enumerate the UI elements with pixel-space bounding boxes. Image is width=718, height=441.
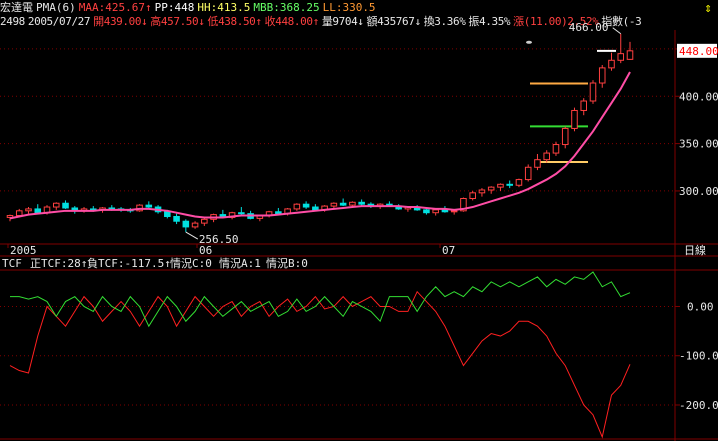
tcf-negative-line (10, 271, 631, 328)
candle-body (580, 100, 588, 111)
candle-body (358, 201, 365, 205)
candle-body (15, 210, 23, 217)
candle-body (441, 209, 449, 213)
candle-body (617, 53, 625, 61)
candle-body (571, 109, 578, 129)
tcf-header: TCF 正TCF:28↑ 負TCF:-117.5↑ 情況C:0 情況A:1 情況… (2, 256, 308, 270)
time-axis: 2005 06 07 日線 (7, 243, 706, 257)
candle-body (108, 207, 116, 210)
candle-body (598, 67, 606, 84)
x-tick-2005: 2005 (10, 244, 37, 257)
candle-body (330, 202, 338, 207)
candle-body (191, 222, 199, 228)
high-pointer (612, 27, 622, 35)
candle-body (478, 189, 486, 194)
candle-body (497, 183, 504, 188)
low-pointer (185, 231, 199, 240)
condition-b-label: 情況B:0 (266, 256, 308, 270)
marker-dot (526, 40, 532, 44)
candle-body (339, 202, 347, 206)
tcf-tick-label: 0.00 (687, 300, 714, 313)
candle-body (201, 218, 208, 224)
candle-body (52, 202, 60, 208)
tcf-axis: 0.00 -100.0 -200.0 (675, 300, 718, 412)
tcf-positive-line (9, 290, 631, 439)
high-label: 466.00 (569, 21, 609, 34)
price-tick-label: 350.00 (679, 138, 718, 151)
price-tick-label: 400.00 (679, 90, 718, 103)
candle-body (275, 211, 282, 215)
tcf-tick-label: -100.0 (679, 350, 718, 363)
candle-body (450, 210, 458, 213)
candle-body (302, 203, 310, 208)
candle-body (552, 144, 560, 154)
candle-body (561, 127, 569, 146)
candle-body (62, 202, 69, 209)
candle-body (487, 186, 495, 191)
candle-body (164, 211, 171, 217)
candle-body (238, 212, 245, 215)
tcf-positive-label: 正TCF:28↑ (30, 257, 87, 270)
x-tick-07: 07 (442, 244, 455, 257)
candle-body (182, 220, 190, 228)
condition-c-label: 情況C:0 (170, 256, 212, 270)
tcf-grid (0, 305, 675, 406)
candle-body (423, 209, 430, 214)
candle-body (145, 204, 153, 208)
candle-body (34, 208, 42, 214)
x-tick-06: 06 (199, 244, 212, 257)
tcf-title: TCF (2, 257, 22, 270)
candle-body (608, 59, 615, 69)
tcf-tick-label: -200.0 (679, 399, 718, 412)
ma-line (9, 71, 631, 220)
candle-body (543, 152, 550, 161)
candle-body (312, 206, 319, 211)
chart-window: { "header": { "stock_name": "宏達電", "pma"… (0, 0, 718, 441)
candle-body (293, 203, 301, 210)
candle-body (432, 209, 439, 214)
tcf-negative-label: 負TCF:-117.5↑ (87, 257, 171, 270)
candle-body (173, 215, 180, 222)
candle-body (506, 183, 513, 186)
candle-body (626, 50, 634, 60)
chart-svg: 400.00350.00300.00448.00 466.00256.50 20… (0, 21, 718, 441)
price-axis: 400.00 350.00 300.00 448.00 (675, 43, 718, 198)
candlesticks (6, 33, 634, 233)
candle-body (515, 179, 523, 186)
price-tick-label: 300.00 (679, 185, 718, 198)
period-button[interactable]: 日線 (684, 243, 706, 257)
candle-body (534, 159, 541, 168)
candle-body (349, 201, 356, 206)
candle-body (524, 166, 532, 181)
current-price-label: 448.00 (679, 45, 718, 58)
candle-body (25, 208, 32, 212)
candle-body (469, 192, 476, 200)
candle-body (589, 82, 597, 102)
condition-a-label: 情況A:1 (219, 256, 261, 270)
